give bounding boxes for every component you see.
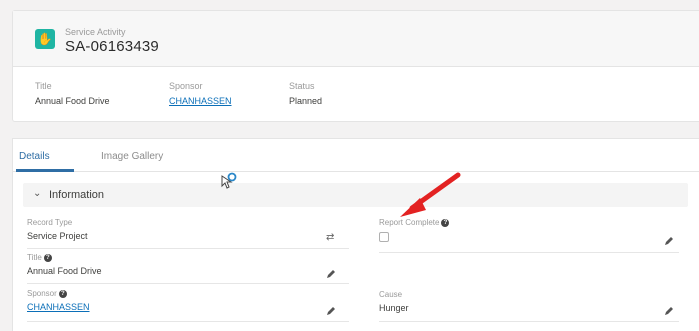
tab-bar: Details Image Gallery [13,139,699,172]
section-title: Information [49,189,105,201]
help-icon[interactable]: ? [58,289,67,298]
field-title: Title? Annual Food Drive [27,253,102,276]
active-tab-indicator [16,169,74,172]
divider [27,248,349,249]
pencil-icon[interactable] [664,306,674,316]
information-section-header[interactable]: ⌄ Information [23,183,688,207]
field-sponsor: Sponsor? CHANHASSEN [27,289,347,312]
loading-cursor-icon [221,172,237,189]
report-complete-checkbox[interactable] [379,232,389,242]
tab-image-gallery[interactable]: Image Gallery [101,151,163,162]
record-header-card: ✋ Service Activity SA-06163439 Title Ann… [12,10,699,122]
divider [27,283,349,284]
pencil-icon[interactable] [664,236,674,246]
divider [27,321,349,322]
annotation-arrow-icon [400,172,461,217]
divider [379,252,679,253]
pencil-icon[interactable] [326,306,336,316]
tab-details[interactable]: Details [19,151,50,162]
sponsor-field-link[interactable]: CHANHASSEN [27,302,347,312]
field-record-type: Record Type Service Project [27,218,88,241]
object-type-label: Service Activity [65,27,126,37]
highlight-status: Status Planned [289,81,323,106]
help-icon[interactable]: ? [43,253,52,262]
details-card: Details Image Gallery ⌄ Information Reco… [12,138,699,331]
record-name: SA-06163439 [65,38,159,55]
record-title-area: ✋ Service Activity SA-06163439 [13,11,699,67]
divider [379,321,679,322]
chevron-down-icon: ⌄ [33,188,42,199]
field-report-complete: Report Complete? [379,218,679,242]
change-record-type-icon[interactable]: ⇄ [326,232,334,243]
handshake-icon: ✋ [35,29,55,49]
highlight-sponsor: Sponsor CHANHASSEN [169,81,232,106]
highlight-title: Title Annual Food Drive [35,81,110,106]
field-cause: Cause Hunger [379,290,409,313]
sponsor-link[interactable]: CHANHASSEN [169,96,232,106]
pencil-icon[interactable] [326,269,336,279]
